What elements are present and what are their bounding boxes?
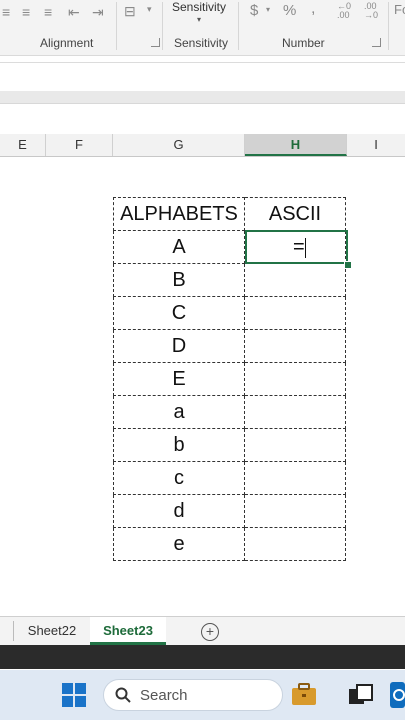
alphabet-cell[interactable]: B xyxy=(113,263,245,297)
table-header-row: ALPHABETS ASCII xyxy=(113,197,346,231)
number-launcher-icon[interactable] xyxy=(372,38,381,47)
ascii-cell[interactable] xyxy=(244,263,346,297)
task-view-icon[interactable] xyxy=(348,684,374,706)
sensitivity-button[interactable]: Sensitivity xyxy=(172,0,226,14)
table-row: e xyxy=(113,527,346,561)
column-header-i[interactable]: I xyxy=(347,134,405,156)
ascii-cell[interactable] xyxy=(244,329,346,363)
decrease-decimal-icon[interactable]: .00 →0 xyxy=(364,2,378,20)
chevron-down-icon[interactable]: ▾ xyxy=(147,4,152,15)
comma-format-button[interactable]: , xyxy=(311,0,315,18)
column-header-f[interactable]: F xyxy=(46,134,113,156)
fill-handle[interactable] xyxy=(344,261,352,269)
ascii-cell[interactable] xyxy=(244,461,346,495)
merge-center-icon[interactable]: ⊟ xyxy=(124,3,136,20)
ribbon: ≡ ≡ ≡ ⇤ ⇥ ⊟ ▾ Sensitivity ▾ $ ▾ % , ←0.0… xyxy=(0,0,405,56)
alphabet-cell[interactable]: b xyxy=(113,428,245,462)
ascii-cell[interactable] xyxy=(244,494,346,528)
table-row: d xyxy=(113,494,346,528)
alphabet-cell[interactable]: A xyxy=(113,230,245,264)
conditional-formatting-partial[interactable]: Fo xyxy=(394,2,405,17)
alphabet-cell[interactable]: D xyxy=(113,329,245,363)
taskbar: Search xyxy=(0,670,405,720)
column-header-h[interactable]: H xyxy=(245,134,347,156)
ascii-cell[interactable] xyxy=(244,362,346,396)
active-cell-value: = xyxy=(293,236,305,258)
align-center-icon[interactable]: ≡ xyxy=(22,4,30,20)
alphabet-cell[interactable]: c xyxy=(113,461,245,495)
percent-format-button[interactable]: % xyxy=(283,2,296,19)
align-left-icon[interactable]: ≡ xyxy=(2,4,10,20)
alphabet-cell[interactable]: C xyxy=(113,296,245,330)
ascii-cell[interactable] xyxy=(244,527,346,561)
add-sheet-icon[interactable]: + xyxy=(201,623,219,641)
number-group-label: Number xyxy=(282,36,325,50)
sheet-tab-bar: Sheet22 Sheet23 + xyxy=(0,616,405,645)
alphabet-cell[interactable]: a xyxy=(113,395,245,429)
table-row: c xyxy=(113,461,346,495)
taskbar-search[interactable]: Search xyxy=(103,679,316,711)
chevron-down-icon[interactable]: ▾ xyxy=(197,15,201,24)
active-cell-h2[interactable]: = xyxy=(245,230,348,264)
table-row: D xyxy=(113,329,346,363)
tab-divider xyxy=(13,621,14,641)
alignment-group-label: Alignment xyxy=(40,36,94,50)
table-row: C xyxy=(113,296,346,330)
decrease-indent-icon[interactable]: ⇤ xyxy=(68,4,80,21)
column-headers: E F G H I xyxy=(0,134,405,157)
increase-indent-icon[interactable]: ⇥ xyxy=(92,4,104,21)
column-header-e[interactable]: E xyxy=(0,134,46,156)
windows-start-icon[interactable] xyxy=(62,683,86,707)
column-header-g[interactable]: G xyxy=(113,134,245,156)
table-row: E xyxy=(113,362,346,396)
increase-decimal-icon[interactable]: ←0.00 xyxy=(337,2,351,20)
table-row: a xyxy=(113,395,346,429)
sheet-tab-sheet23[interactable]: Sheet23 xyxy=(90,617,166,645)
status-bar xyxy=(0,645,405,669)
ascii-cell[interactable] xyxy=(244,395,346,429)
chevron-down-icon[interactable]: ▾ xyxy=(266,5,270,14)
alphabet-cell[interactable]: d xyxy=(113,494,245,528)
header-cell-ascii[interactable]: ASCII xyxy=(244,197,346,231)
table-row: b xyxy=(113,428,346,462)
formula-bar[interactable] xyxy=(0,62,405,92)
text-cursor xyxy=(305,238,306,258)
search-icon xyxy=(115,687,131,703)
align-right-icon[interactable]: ≡ xyxy=(44,4,52,20)
header-cell-alphabets[interactable]: ALPHABETS xyxy=(113,197,245,231)
ascii-cell[interactable] xyxy=(244,296,346,330)
ascii-cell[interactable] xyxy=(244,428,346,462)
briefcase-icon[interactable] xyxy=(290,682,318,708)
search-label: Search xyxy=(140,687,188,704)
ribbon-scroll-band xyxy=(0,91,405,104)
currency-format-button[interactable]: $ xyxy=(250,2,258,19)
alphabet-cell[interactable]: e xyxy=(113,527,245,561)
table-row: B xyxy=(113,263,346,297)
sensitivity-group-label: Sensitivity xyxy=(174,36,229,50)
alignment-launcher-icon[interactable] xyxy=(151,38,160,47)
sheet-tab-sheet22[interactable]: Sheet22 xyxy=(16,617,88,645)
outlook-icon[interactable] xyxy=(390,682,405,708)
alphabet-cell[interactable]: E xyxy=(113,362,245,396)
